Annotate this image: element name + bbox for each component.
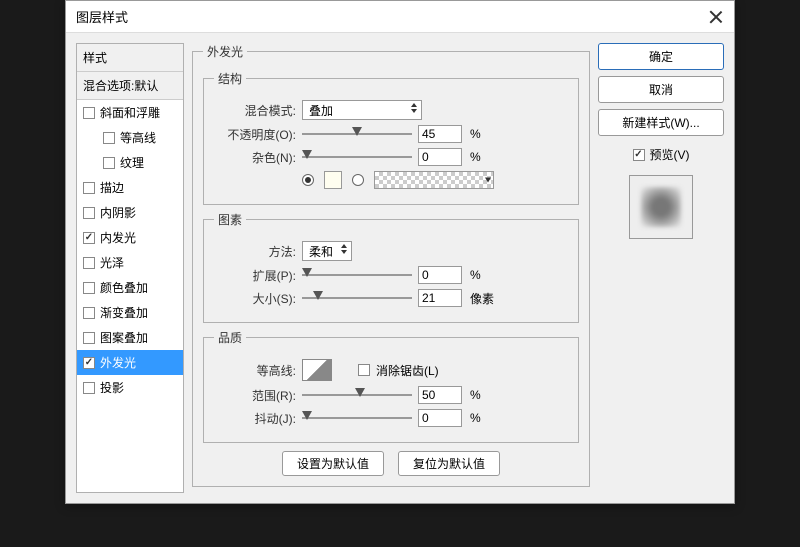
blend-options-default[interactable]: 混合选项:默认: [77, 72, 183, 100]
quality-group: 品质 等高线: 消除锯齿(L) 范围(R): 50 %: [203, 329, 579, 443]
size-input[interactable]: 21: [418, 289, 462, 307]
blend-mode-select[interactable]: 叠加: [302, 100, 422, 120]
outer-glow-group: 外发光 结构 混合模式: 叠加 不透明度(O): 45 %: [192, 43, 590, 487]
style-checkbox[interactable]: [83, 182, 95, 194]
spread-slider[interactable]: [302, 268, 412, 282]
structure-group: 结构 混合模式: 叠加 不透明度(O): 45 %: [203, 70, 579, 205]
style-checkbox[interactable]: [83, 282, 95, 294]
spread-label: 扩展(P):: [214, 267, 296, 284]
opacity-input[interactable]: 45: [418, 125, 462, 143]
style-checkbox[interactable]: [83, 257, 95, 269]
spread-input[interactable]: 0: [418, 266, 462, 284]
style-item-7[interactable]: 颜色叠加: [77, 275, 183, 300]
style-checkbox[interactable]: [103, 132, 115, 144]
styles-header[interactable]: 样式: [77, 44, 183, 72]
structure-title: 结构: [214, 70, 246, 87]
style-checkbox[interactable]: [83, 357, 95, 369]
new-style-button[interactable]: 新建样式(W)...: [598, 109, 724, 136]
elements-group: 图素 方法: 柔和 扩展(P): 0 %: [203, 211, 579, 323]
main-panel: 外发光 结构 混合模式: 叠加 不透明度(O): 45 %: [192, 43, 590, 493]
range-unit: %: [470, 388, 481, 402]
style-item-6[interactable]: 光泽: [77, 250, 183, 275]
range-input[interactable]: 50: [418, 386, 462, 404]
elements-title: 图素: [214, 211, 246, 228]
opacity-slider[interactable]: [302, 127, 412, 141]
style-item-11[interactable]: 投影: [77, 375, 183, 400]
style-label: 外发光: [100, 354, 136, 371]
style-label: 渐变叠加: [100, 304, 148, 321]
style-label: 内阴影: [100, 204, 136, 221]
jitter-input[interactable]: 0: [418, 409, 462, 427]
style-label: 纹理: [120, 154, 144, 171]
style-item-2[interactable]: 纹理: [77, 150, 183, 175]
set-default-button[interactable]: 设置为默认值: [282, 451, 384, 476]
noise-label: 杂色(N):: [214, 149, 296, 166]
style-checkbox[interactable]: [83, 332, 95, 344]
size-slider[interactable]: [302, 291, 412, 305]
style-item-0[interactable]: 斜面和浮雕: [77, 100, 183, 125]
method-label: 方法:: [214, 243, 296, 260]
style-checkbox[interactable]: [83, 382, 95, 394]
preview-image: [641, 187, 681, 227]
color-swatch[interactable]: [324, 171, 342, 189]
style-label: 投影: [100, 379, 124, 396]
style-checkbox[interactable]: [83, 232, 95, 244]
antialias-checkbox[interactable]: [358, 364, 370, 376]
styles-list: 样式 混合选项:默认 斜面和浮雕等高线纹理描边内阴影内发光光泽颜色叠加渐变叠加图…: [76, 43, 184, 493]
size-unit: 像素: [470, 290, 494, 307]
style-checkbox[interactable]: [83, 107, 95, 119]
cancel-button[interactable]: 取消: [598, 76, 724, 103]
jitter-label: 抖动(J):: [214, 410, 296, 427]
opacity-unit: %: [470, 127, 481, 141]
reset-default-button[interactable]: 复位为默认值: [398, 451, 500, 476]
style-item-5[interactable]: 内发光: [77, 225, 183, 250]
preview-thumbnail: [629, 175, 693, 239]
outer-glow-title: 外发光: [203, 43, 247, 60]
blend-mode-label: 混合模式:: [214, 102, 296, 119]
noise-unit: %: [470, 150, 481, 164]
style-checkbox[interactable]: [83, 207, 95, 219]
range-slider[interactable]: [302, 388, 412, 402]
style-label: 光泽: [100, 254, 124, 271]
titlebar: 图层样式: [66, 1, 734, 33]
gradient-radio[interactable]: [352, 174, 364, 186]
style-label: 等高线: [120, 129, 156, 146]
style-label: 颜色叠加: [100, 279, 148, 296]
style-item-10[interactable]: 外发光: [77, 350, 183, 375]
style-item-1[interactable]: 等高线: [77, 125, 183, 150]
jitter-unit: %: [470, 411, 481, 425]
style-item-9[interactable]: 图案叠加: [77, 325, 183, 350]
contour-picker[interactable]: [302, 359, 332, 381]
style-item-8[interactable]: 渐变叠加: [77, 300, 183, 325]
style-label: 内发光: [100, 229, 136, 246]
noise-slider[interactable]: [302, 150, 412, 164]
dialog-title: 图层样式: [76, 7, 708, 26]
style-checkbox[interactable]: [103, 157, 115, 169]
contour-label: 等高线:: [214, 362, 296, 379]
preview-label: 预览(V): [650, 146, 690, 163]
close-icon[interactable]: [708, 9, 724, 25]
dialog-body: 样式 混合选项:默认 斜面和浮雕等高线纹理描边内阴影内发光光泽颜色叠加渐变叠加图…: [66, 33, 734, 503]
color-radio[interactable]: [302, 174, 314, 186]
gradient-picker[interactable]: [374, 171, 494, 189]
range-label: 范围(R):: [214, 387, 296, 404]
layer-style-dialog: 图层样式 样式 混合选项:默认 斜面和浮雕等高线纹理描边内阴影内发光光泽颜色叠加…: [65, 0, 735, 504]
style-label: 描边: [100, 179, 124, 196]
ok-button[interactable]: 确定: [598, 43, 724, 70]
opacity-label: 不透明度(O):: [214, 126, 296, 143]
style-label: 图案叠加: [100, 329, 148, 346]
antialias-label: 消除锯齿(L): [376, 362, 439, 379]
style-item-3[interactable]: 描边: [77, 175, 183, 200]
style-item-4[interactable]: 内阴影: [77, 200, 183, 225]
preview-checkbox[interactable]: [633, 149, 645, 161]
size-label: 大小(S):: [214, 290, 296, 307]
style-label: 斜面和浮雕: [100, 104, 160, 121]
noise-input[interactable]: 0: [418, 148, 462, 166]
jitter-slider[interactable]: [302, 411, 412, 425]
style-checkbox[interactable]: [83, 307, 95, 319]
quality-title: 品质: [214, 329, 246, 346]
method-select[interactable]: 柔和: [302, 241, 352, 261]
right-buttons: 确定 取消 新建样式(W)... 预览(V): [598, 43, 724, 493]
spread-unit: %: [470, 268, 481, 282]
